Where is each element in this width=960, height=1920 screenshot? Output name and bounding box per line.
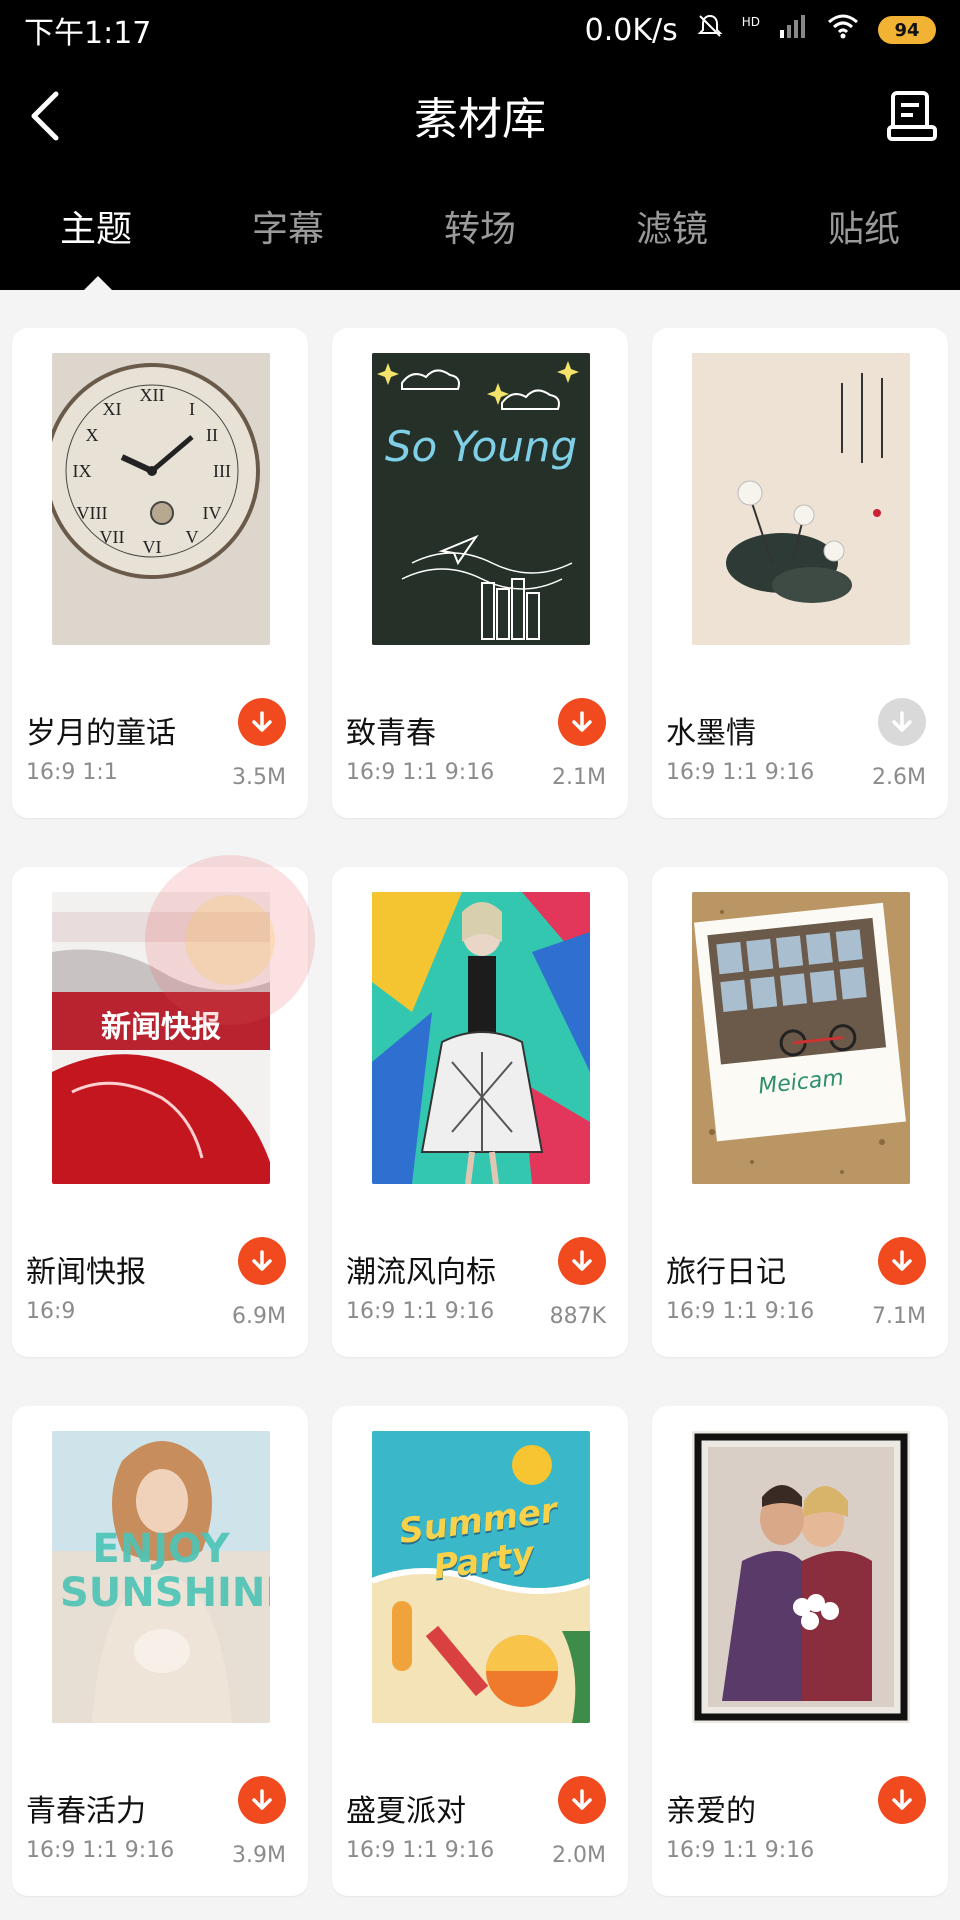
material-size: 2.0M bbox=[552, 1843, 606, 1868]
svg-text:III: III bbox=[213, 461, 231, 481]
thumbnail-fashion bbox=[372, 892, 590, 1184]
material-name: 潮流风向标 bbox=[346, 1255, 496, 1290]
svg-text:VII: VII bbox=[100, 527, 125, 547]
material-card[interactable]: Summer Party 盛夏派对 16:9 1:1 9:16 2.0M bbox=[332, 1406, 628, 1896]
material-name: 旅行日记 bbox=[666, 1255, 786, 1290]
download-button[interactable] bbox=[878, 1237, 926, 1285]
download-button[interactable] bbox=[878, 698, 926, 746]
hd-label: HD bbox=[741, 15, 760, 29]
material-ratios: 16:9 1:1 9:16 bbox=[346, 1299, 495, 1324]
material-ratios: 16:9 bbox=[26, 1299, 76, 1324]
page-title: 素材库 bbox=[414, 94, 546, 145]
svg-text:VI: VI bbox=[143, 537, 162, 557]
thumbnail-summer-party: Summer Party bbox=[372, 1431, 590, 1723]
download-button[interactable] bbox=[238, 698, 286, 746]
material-size: 2.1M bbox=[552, 765, 606, 790]
status-icons: 0.0K/s HD 94 bbox=[585, 12, 936, 48]
download-button[interactable] bbox=[238, 1237, 286, 1285]
status-time: 下午1:17 bbox=[24, 16, 152, 51]
material-card[interactable]: Meicam 旅行日记 16:9 1:1 9:16 7.1M bbox=[652, 867, 948, 1357]
download-button[interactable] bbox=[878, 1776, 926, 1824]
material-card[interactable]: So Young 致青春 16:9 1:1 9:16 2.1M bbox=[332, 328, 628, 818]
thumbnail-caption: 新闻快报 bbox=[101, 1010, 221, 1045]
thumbnail-clock: XII III VI IX I II IV V VII VIII X XI bbox=[52, 353, 270, 645]
svg-text:IV: IV bbox=[203, 503, 222, 523]
material-card[interactable]: 亲爱的 16:9 1:1 9:16 bbox=[652, 1406, 948, 1896]
material-size: 887K bbox=[549, 1304, 606, 1329]
svg-text:II: II bbox=[206, 425, 218, 445]
thumbnail-caption: ENJOY SUNSHINE bbox=[60, 1526, 270, 1616]
download-button[interactable] bbox=[558, 1237, 606, 1285]
status-bar: 下午1:17 0.0K/s HD 94 bbox=[0, 0, 960, 60]
tab-transition[interactable]: 转场 bbox=[384, 196, 576, 256]
nav-bar: 素材库 bbox=[0, 60, 960, 170]
download-arrow-icon bbox=[892, 711, 912, 732]
download-arrow-icon bbox=[252, 711, 272, 732]
material-ratios: 16:9 1:1 9:16 bbox=[346, 760, 495, 785]
svg-text:VIII: VIII bbox=[77, 503, 108, 523]
thumbnail-news: 新闻快报 bbox=[52, 892, 270, 1184]
material-grid: XII III VI IX I II IV V VII VIII X XI 岁月的童话 16… bbox=[0, 290, 960, 1920]
mute-icon bbox=[696, 12, 724, 48]
document-button[interactable] bbox=[884, 88, 940, 144]
download-button[interactable] bbox=[558, 698, 606, 746]
svg-text:XII: XII bbox=[140, 385, 165, 405]
material-card[interactable]: 新闻快报 新闻快报 16:9 6.9M bbox=[12, 867, 308, 1357]
material-ratios: 16:9 1:1 9:16 bbox=[666, 760, 815, 785]
category-tabs: 主题 字幕 转场 滤镜 贴纸 bbox=[0, 170, 960, 290]
download-button[interactable] bbox=[558, 1776, 606, 1824]
thumbnail-travel: Meicam bbox=[692, 892, 910, 1184]
wifi-icon bbox=[826, 12, 860, 48]
thumbnail-caption: So Young bbox=[384, 422, 578, 471]
material-size: 3.9M bbox=[232, 1843, 286, 1868]
material-card[interactable]: 水墨情 16:9 1:1 9:16 2.6M bbox=[652, 328, 948, 818]
material-ratios: 16:9 1:1 9:16 bbox=[666, 1838, 815, 1863]
download-arrow-icon bbox=[572, 711, 592, 732]
material-name: 水墨情 bbox=[666, 716, 756, 751]
material-card[interactable]: ENJOY SUNSHINE 青春活力 16:9 1:1 9:16 3.9M bbox=[12, 1406, 308, 1896]
tab-theme[interactable]: 主题 bbox=[0, 196, 192, 256]
material-name: 盛夏派对 bbox=[346, 1794, 466, 1829]
document-icon bbox=[887, 91, 937, 141]
svg-text:XI: XI bbox=[103, 399, 122, 419]
tab-filter[interactable]: 滤镜 bbox=[576, 196, 768, 256]
material-name: 青春活力 bbox=[26, 1794, 146, 1829]
download-arrow-icon bbox=[892, 1250, 912, 1271]
svg-text:I: I bbox=[189, 399, 195, 419]
thumbnail-sunshine: ENJOY SUNSHINE bbox=[52, 1431, 270, 1723]
material-size: 7.1M bbox=[872, 1304, 926, 1329]
tab-sticker[interactable]: 贴纸 bbox=[768, 196, 960, 256]
signal-icon bbox=[778, 12, 808, 48]
material-ratios: 16:9 1:1 bbox=[26, 760, 118, 785]
download-arrow-icon bbox=[572, 1789, 592, 1810]
download-button[interactable] bbox=[238, 1776, 286, 1824]
active-tab-indicator bbox=[84, 276, 112, 290]
material-name: 岁月的童话 bbox=[26, 716, 176, 751]
material-size: 2.6M bbox=[872, 765, 926, 790]
network-speed: 0.0K/s bbox=[584, 12, 678, 48]
material-size: 6.9M bbox=[232, 1304, 286, 1329]
battery-indicator: 94 bbox=[878, 16, 936, 44]
material-ratios: 16:9 1:1 9:16 bbox=[26, 1838, 175, 1863]
material-size: 3.5M bbox=[232, 765, 286, 790]
thumbnail-ink-wash bbox=[692, 353, 910, 645]
material-name: 新闻快报 bbox=[26, 1255, 146, 1290]
material-name: 亲爱的 bbox=[666, 1794, 756, 1829]
download-arrow-icon bbox=[892, 1789, 912, 1810]
material-ratios: 16:9 1:1 9:16 bbox=[346, 1838, 495, 1863]
thumbnail-so-young: So Young bbox=[372, 353, 590, 645]
svg-text:IX: IX bbox=[73, 461, 92, 481]
material-card[interactable]: 潮流风向标 16:9 1:1 9:16 887K bbox=[332, 867, 628, 1357]
material-name: 致青春 bbox=[346, 716, 436, 751]
thumbnail-couple bbox=[692, 1431, 910, 1723]
tab-subtitle[interactable]: 字幕 bbox=[192, 196, 384, 256]
svg-text:V: V bbox=[186, 527, 199, 547]
material-ratios: 16:9 1:1 9:16 bbox=[666, 1299, 815, 1324]
download-arrow-icon bbox=[572, 1250, 592, 1271]
svg-text:X: X bbox=[86, 425, 99, 445]
material-card[interactable]: XII III VI IX I II IV V VII VIII X XI 岁月的童话 16… bbox=[12, 328, 308, 818]
download-arrow-icon bbox=[252, 1789, 272, 1810]
download-arrow-icon bbox=[252, 1250, 272, 1271]
